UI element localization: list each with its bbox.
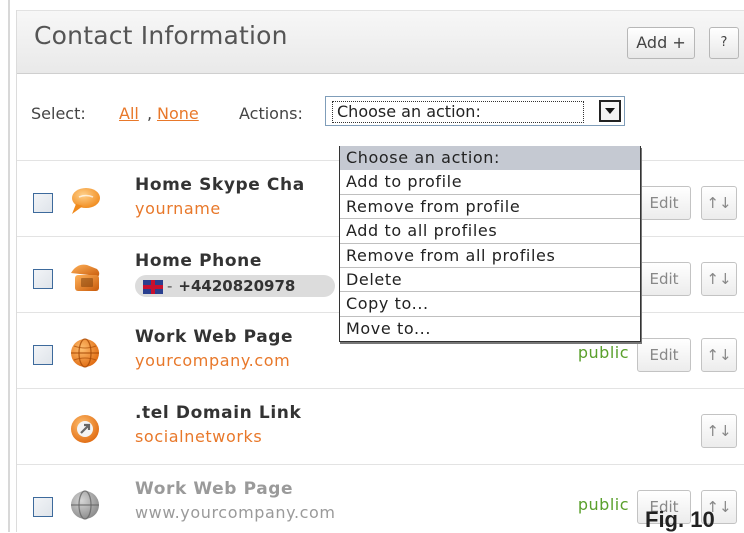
action-option[interactable]: Add to all profiles xyxy=(340,219,640,244)
reorder-button[interactable]: ↑↓ xyxy=(701,262,737,296)
edit-button[interactable]: Edit xyxy=(637,186,691,220)
row-title: Home Phone xyxy=(135,251,262,271)
contact-information-panel: Contact Information Add + ? Select: All … xyxy=(16,10,744,532)
country-select-symbol: - xyxy=(167,277,173,295)
actions-select[interactable]: Choose an action: xyxy=(325,96,625,126)
action-option[interactable]: Remove from all profiles xyxy=(340,244,640,268)
chevron-down-icon[interactable] xyxy=(599,100,621,122)
action-option[interactable]: Delete xyxy=(340,268,640,293)
row-value-link[interactable]: www.yourcompany.com xyxy=(135,503,336,522)
row-checkbox[interactable] xyxy=(33,497,53,517)
row-checkbox[interactable] xyxy=(33,193,53,213)
actions-select-value: Choose an action: xyxy=(332,101,584,123)
actions-label: Actions: xyxy=(239,104,303,123)
action-option[interactable]: Move to... xyxy=(340,317,640,341)
select-none-link[interactable]: None xyxy=(157,104,199,123)
row-title: Home Skype Cha xyxy=(135,175,305,195)
edit-button[interactable]: Edit xyxy=(637,338,691,372)
reorder-button[interactable]: ↑↓ xyxy=(701,338,737,372)
help-button[interactable]: ? xyxy=(709,27,739,59)
phone-number: +4420820978 xyxy=(178,277,296,295)
row-value-link[interactable]: socialnetworks xyxy=(135,427,262,446)
action-option[interactable]: Add to profile xyxy=(340,170,640,195)
select-all-link[interactable]: All xyxy=(119,104,139,123)
row-value-link[interactable]: yourcompany.com xyxy=(135,351,290,370)
row-title: Work Web Page xyxy=(135,327,294,347)
figure-label: Fig. 10 xyxy=(645,507,715,532)
action-option[interactable]: Choose an action: xyxy=(340,146,640,171)
phone-number-chip[interactable]: - +4420820978 xyxy=(135,275,335,297)
select-separator: , xyxy=(147,104,153,123)
globe-icon xyxy=(71,338,99,368)
row-title: .tel Domain Link xyxy=(135,403,302,423)
select-label: Select: xyxy=(31,104,86,123)
action-option[interactable]: Remove from profile xyxy=(340,195,640,220)
tel-link-icon xyxy=(71,415,99,443)
row-title: Work Web Page xyxy=(135,479,294,499)
visibility-status[interactable]: public xyxy=(578,495,629,514)
edit-button[interactable]: Edit xyxy=(637,262,691,296)
row-checkbox[interactable] xyxy=(33,269,53,289)
reorder-button[interactable]: ↑↓ xyxy=(701,414,737,448)
row-value-link[interactable]: yourname xyxy=(135,199,221,218)
page-left-border xyxy=(8,0,10,532)
uk-flag-icon xyxy=(143,279,163,294)
row-checkbox[interactable] xyxy=(33,345,53,365)
list-item: Work Web Page www.yourcompany.com public… xyxy=(17,464,744,532)
page-title: Contact Information xyxy=(34,21,288,50)
globe-gray-icon xyxy=(71,490,99,520)
add-button[interactable]: Add + xyxy=(627,27,695,59)
actions-dropdown-list: Choose an action: Add to profile Remove … xyxy=(339,146,641,342)
action-option[interactable]: Copy to... xyxy=(340,292,640,317)
reorder-button[interactable]: ↑↓ xyxy=(701,186,737,220)
list-item: .tel Domain Link socialnetworks ↑↓ xyxy=(17,388,744,464)
panel-header: Contact Information Add + ? xyxy=(17,10,744,74)
visibility-status[interactable]: public xyxy=(578,343,629,362)
phone-icon xyxy=(71,264,100,291)
skype-chat-icon xyxy=(72,188,100,214)
